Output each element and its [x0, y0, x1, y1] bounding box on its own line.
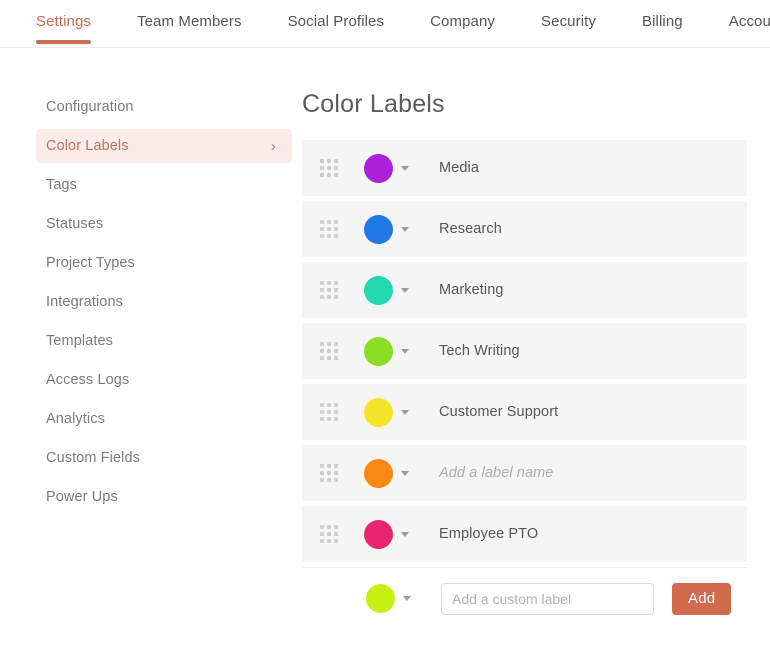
color-swatch[interactable]	[364, 214, 393, 244]
color-picker[interactable]	[364, 275, 409, 305]
label-name[interactable]: Employee PTO	[439, 526, 538, 542]
label-name-placeholder[interactable]: Add a label name	[439, 465, 553, 481]
main-content: Color Labels Media Research Marketing Tech …	[302, 90, 770, 629]
color-swatch[interactable]	[364, 458, 393, 488]
custom-label-input[interactable]	[441, 582, 654, 615]
color-swatch[interactable]	[364, 153, 393, 183]
color-picker[interactable]	[364, 519, 409, 549]
sidebar-item-label: Power Ups	[46, 489, 118, 505]
sidebar-item-label: Access Logs	[46, 372, 130, 388]
color-swatch[interactable]	[364, 275, 393, 305]
sidebar-item-project-types[interactable]: Project Types	[36, 246, 292, 280]
label-name[interactable]: Tech Writing	[439, 343, 520, 359]
tab-settings[interactable]: Settings	[36, 13, 91, 44]
sidebar-item-custom-fields[interactable]: Custom Fields	[36, 441, 292, 475]
chevron-down-icon[interactable]	[401, 470, 409, 476]
sidebar-item-integrations[interactable]: Integrations	[36, 285, 292, 319]
drag-handle-icon[interactable]	[320, 525, 338, 543]
sidebar-item-statuses[interactable]: Statuses	[36, 207, 292, 241]
color-picker[interactable]	[364, 214, 409, 244]
label-name[interactable]: Research	[439, 221, 502, 237]
label-name[interactable]: Media	[439, 160, 479, 176]
label-name[interactable]: Marketing	[439, 282, 504, 298]
drag-handle-icon[interactable]	[320, 281, 338, 299]
sidebar-item-color-labels[interactable]: Color Labels ›	[36, 129, 292, 163]
color-label-row[interactable]: Tech Writing	[302, 323, 747, 379]
chevron-down-icon[interactable]	[403, 596, 411, 601]
color-swatch[interactable]	[364, 519, 393, 549]
color-label-row[interactable]: Employee PTO	[302, 506, 747, 562]
sidebar-item-power-ups[interactable]: Power Ups	[36, 480, 292, 514]
color-label-row[interactable]: Media	[302, 140, 747, 196]
sidebar-item-label: Integrations	[46, 294, 123, 310]
sidebar-item-label: Analytics	[46, 411, 105, 427]
chevron-down-icon[interactable]	[401, 348, 409, 354]
tab-team-members[interactable]: Team Members	[137, 13, 242, 44]
sidebar-item-label: Custom Fields	[46, 450, 140, 466]
color-label-row[interactable]: Marketing	[302, 262, 747, 318]
top-tab-bar: Settings Team Members Social Profiles Compa…	[0, 0, 770, 48]
sidebar-item-access-logs[interactable]: Access Logs	[36, 363, 292, 397]
sidebar-item-label: Templates	[46, 333, 113, 349]
add-label-row: Add	[302, 567, 747, 629]
sidebar-item-label: Project Types	[46, 255, 135, 271]
tab-security[interactable]: Security	[541, 13, 596, 44]
add-label-button[interactable]: Add	[672, 582, 732, 615]
chevron-down-icon[interactable]	[401, 409, 409, 415]
tab-social-profiles[interactable]: Social Profiles	[288, 13, 385, 44]
color-swatch[interactable]	[364, 397, 393, 427]
sidebar-item-label: Statuses	[46, 216, 104, 232]
color-label-list: Media Research Marketing Tech Writing Custom…	[302, 140, 747, 562]
color-label-row[interactable]: Customer Support	[302, 384, 747, 440]
color-label-row[interactable]: Add a label name	[302, 445, 747, 501]
sidebar-item-label: Tags	[46, 177, 78, 193]
page-title: Color Labels	[302, 90, 445, 118]
color-label-row[interactable]: Research	[302, 201, 747, 257]
tab-company[interactable]: Company	[430, 13, 495, 44]
drag-handle-icon[interactable]	[320, 159, 338, 177]
sidebar-item-templates[interactable]: Templates	[36, 324, 292, 358]
color-picker[interactable]	[364, 153, 409, 183]
chevron-down-icon[interactable]	[401, 531, 409, 537]
sidebar-item-analytics[interactable]: Analytics	[36, 402, 292, 436]
color-picker[interactable]	[364, 397, 409, 427]
drag-handle-icon[interactable]	[320, 220, 338, 238]
drag-handle-icon[interactable]	[320, 403, 338, 421]
drag-handle-icon[interactable]	[320, 464, 338, 482]
chevron-down-icon[interactable]	[401, 226, 409, 232]
sidebar-item-tags[interactable]: Tags	[36, 168, 292, 202]
sidebar-item-label: Color Labels	[46, 138, 129, 154]
chevron-down-icon[interactable]	[401, 287, 409, 293]
drag-handle-icon[interactable]	[320, 342, 338, 360]
sidebar-item-configuration[interactable]: Configuration	[36, 90, 292, 124]
label-name[interactable]: Customer Support	[439, 404, 558, 420]
sidebar-item-label: Configuration	[46, 99, 134, 115]
chevron-down-icon[interactable]	[401, 165, 409, 171]
color-picker[interactable]	[364, 336, 409, 366]
settings-sidebar: Configuration Color Labels › Tags Statuses Pr…	[36, 90, 292, 629]
color-picker[interactable]	[364, 458, 409, 488]
new-label-color-swatch[interactable]	[366, 584, 395, 613]
new-label-color-picker[interactable]	[366, 584, 411, 613]
chevron-right-icon: ›	[270, 137, 276, 155]
page-body: Configuration Color Labels › Tags Statuses Pr…	[0, 48, 770, 629]
tab-billing[interactable]: Billing	[642, 13, 683, 44]
tab-account[interactable]: Account	[729, 13, 770, 44]
color-swatch[interactable]	[364, 336, 393, 366]
